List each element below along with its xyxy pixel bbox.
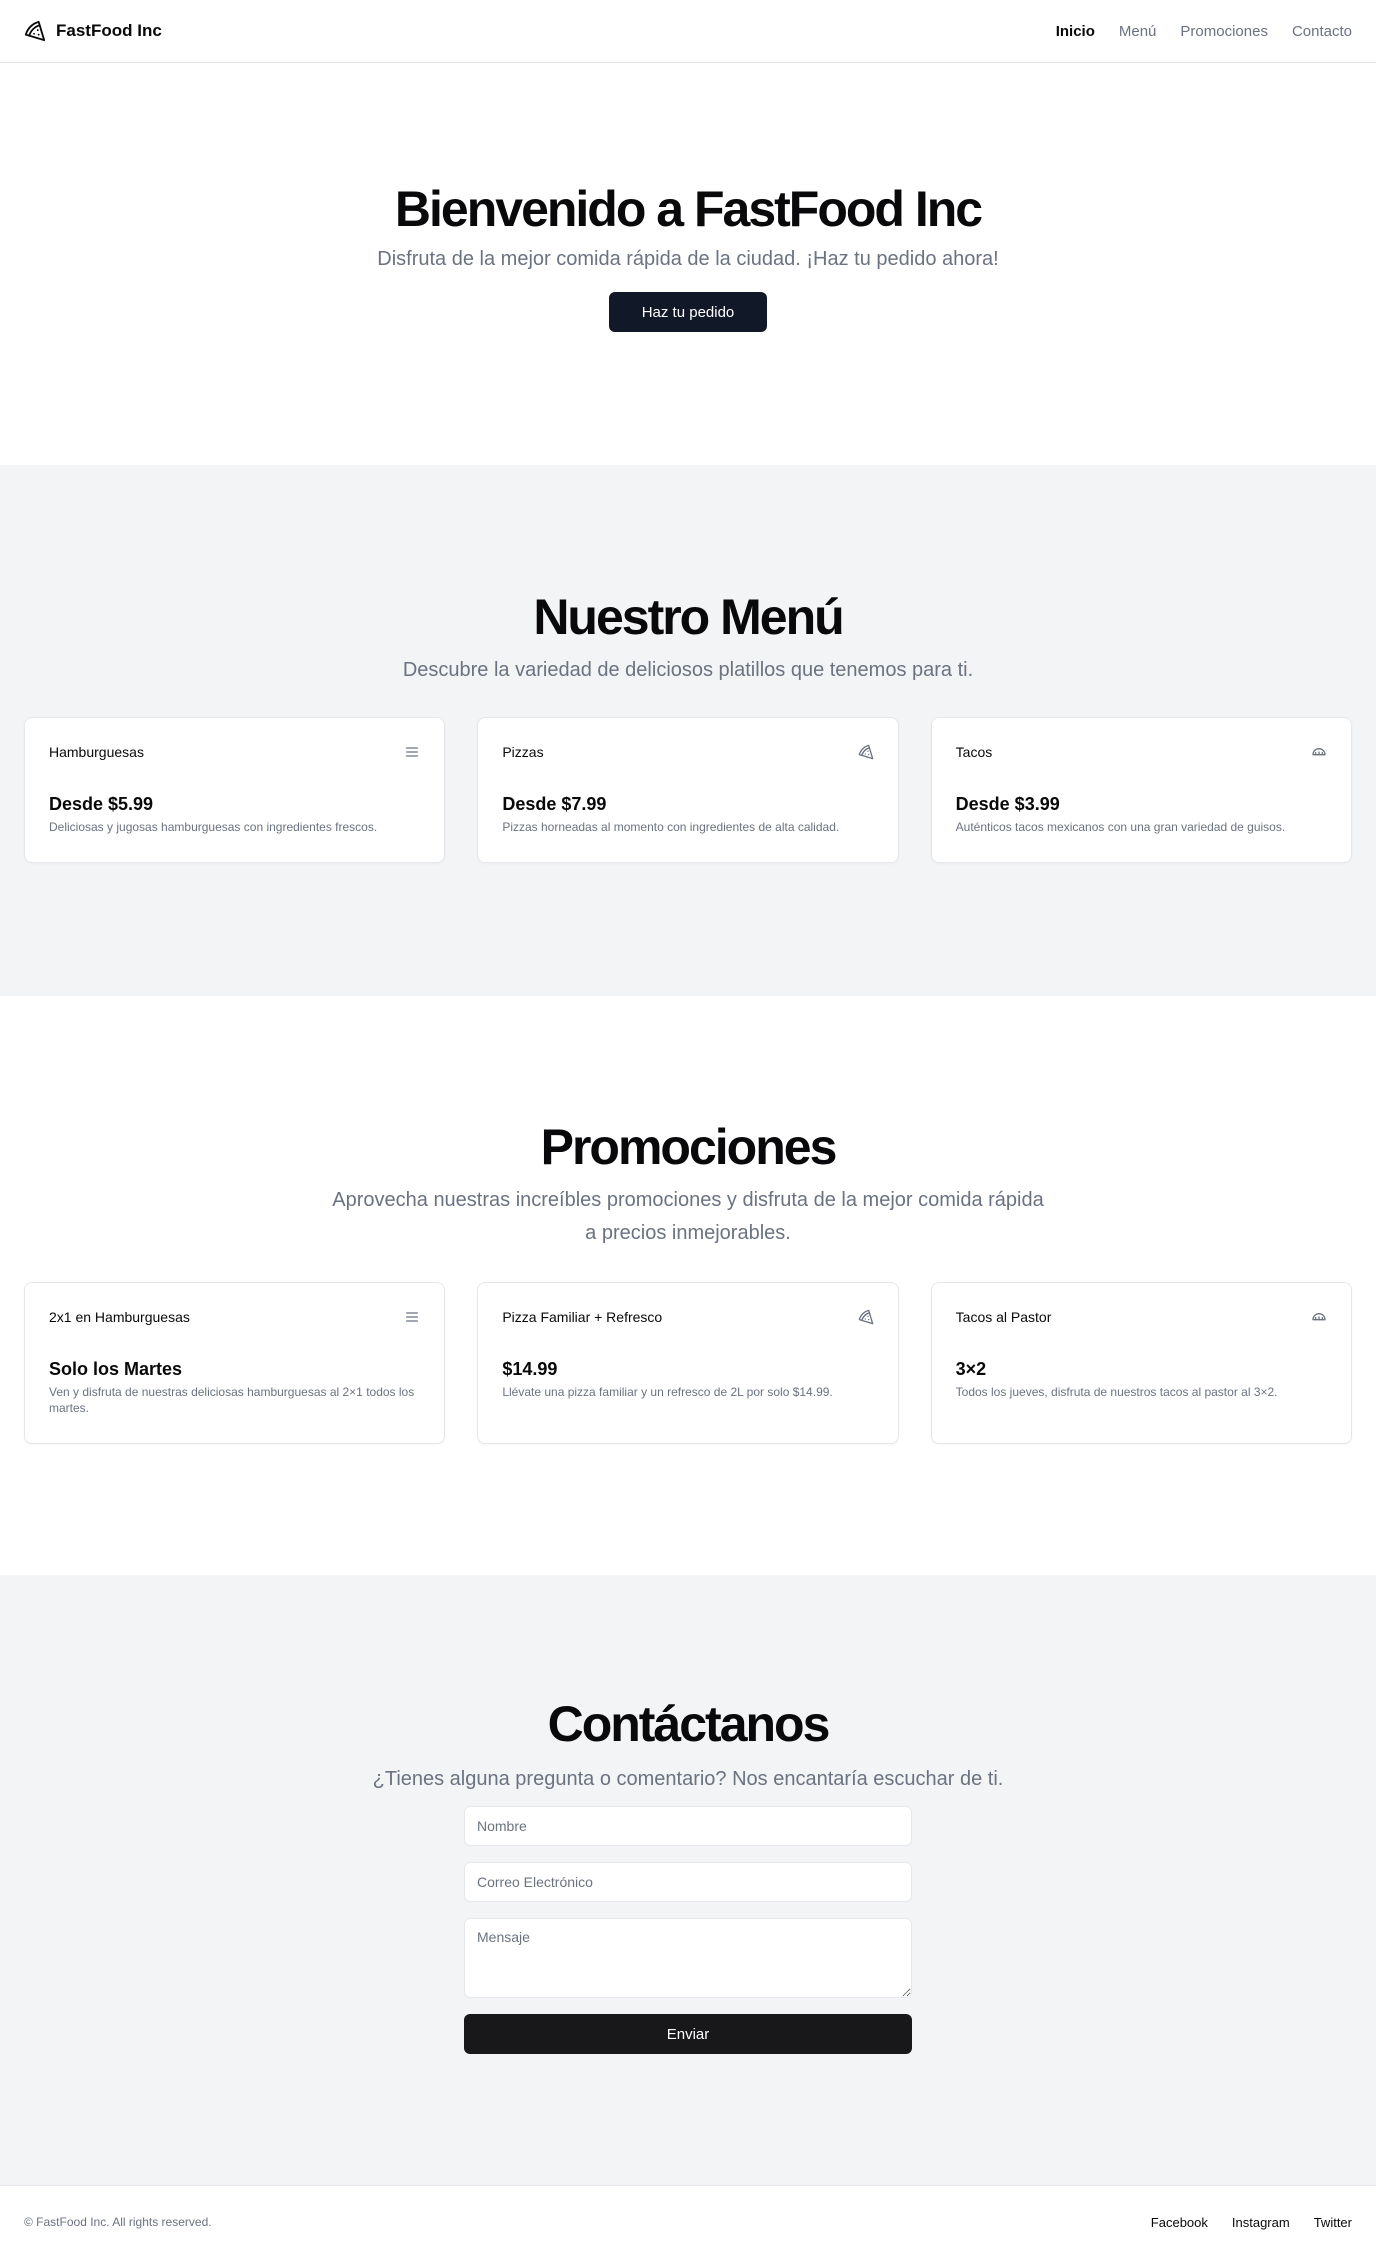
promos-subtitle: Aprovecha nuestras increíbles promocione… xyxy=(332,1189,1044,1244)
nav-contacto[interactable]: Contacto xyxy=(1292,23,1352,40)
menu-title: Nuestro Menú xyxy=(533,589,844,645)
footer-link-facebook[interactable]: Facebook xyxy=(1151,2215,1208,2230)
hero-section: Bienvenido a FastFood Inc Disfruta de la… xyxy=(0,63,1376,465)
card-title: Hamburguesas xyxy=(49,744,144,760)
promo-cards: 2x1 en Hamburguesas Solo los Martes Ven … xyxy=(24,1282,1352,1444)
contact-subtitle: ¿Tienes alguna pregunta o comentario? No… xyxy=(372,1768,1004,1790)
nav-menu[interactable]: Menú xyxy=(1119,23,1157,40)
menu-card-pizzas[interactable]: Pizzas Desde $7.99 Pizzas horneadas al m… xyxy=(477,717,899,863)
order-button[interactable]: Haz tu pedido xyxy=(609,292,767,332)
card-title: Pizza Familiar + Refresco xyxy=(502,1309,663,1325)
hero-subtitle: Disfruta de la mejor comida rápida de la… xyxy=(377,248,999,270)
promo-card-pizza[interactable]: Pizza Familiar + Refresco $14.99 Llévate… xyxy=(477,1282,899,1444)
menu-icon xyxy=(404,1309,420,1325)
card-title: Pizzas xyxy=(502,744,544,760)
card-description: Pizzas horneadas al momento con ingredie… xyxy=(502,820,840,834)
footer-links: Facebook Instagram Twitter xyxy=(1151,2215,1352,2230)
card-price: Desde $3.99 xyxy=(955,794,1060,814)
main-nav: Inicio Menú Promociones Contacto xyxy=(1056,23,1352,40)
card-description: Llévate una pizza familiar y un refresco… xyxy=(502,1385,833,1399)
menu-cards: Hamburguesas Desde $5.99 Deliciosas y ju… xyxy=(24,717,1352,863)
nav-promociones[interactable]: Promociones xyxy=(1180,23,1268,40)
card-price: $14.99 xyxy=(502,1359,558,1379)
promos-section: Promociones Aprovecha nuestras increíble… xyxy=(0,996,1376,1575)
promo-card-tacos[interactable]: Tacos al Pastor 3×2 Todos los jueves, di… xyxy=(930,1282,1352,1444)
menu-icon xyxy=(404,744,420,760)
card-description: Ven y disfruta de nuestras deliciosas ha… xyxy=(49,1385,415,1415)
pizza-icon xyxy=(858,744,874,760)
taco-icon xyxy=(1311,1309,1327,1325)
site-footer: © FastFood Inc. All rights reserved. Fac… xyxy=(0,2185,1376,2248)
name-field[interactable] xyxy=(464,1806,912,1846)
card-description: Todos los jueves, disfruta de nuestros t… xyxy=(955,1385,1278,1399)
taco-icon xyxy=(1311,744,1327,760)
nav-inicio[interactable]: Inicio xyxy=(1056,23,1095,40)
card-description: Auténticos tacos mexicanos con una gran … xyxy=(955,820,1286,834)
hero-title: Bienvenido a FastFood Inc xyxy=(394,181,983,237)
message-field[interactable] xyxy=(464,1918,912,1998)
promo-card-hamburguesas[interactable]: 2x1 en Hamburguesas Solo los Martes Ven … xyxy=(24,1282,446,1444)
menu-card-hamburguesas[interactable]: Hamburguesas Desde $5.99 Deliciosas y ju… xyxy=(24,717,446,863)
card-title: Tacos al Pastor xyxy=(955,1309,1052,1325)
contact-form: Enviar xyxy=(464,1806,912,2054)
card-price: Solo los Martes xyxy=(49,1359,183,1379)
card-price: Desde $7.99 xyxy=(502,794,607,814)
card-title: Tacos xyxy=(955,744,993,760)
footer-link-instagram[interactable]: Instagram xyxy=(1232,2215,1290,2230)
contact-section: Contáctanos ¿Tienes alguna pregunta o co… xyxy=(0,1575,1376,2185)
promos-title: Promociones xyxy=(540,1119,838,1175)
card-price: Desde $5.99 xyxy=(49,794,154,814)
card-description: Deliciosas y jugosas hamburguesas con in… xyxy=(49,820,378,834)
menu-section: Nuestro Menú Descubre la variedad de del… xyxy=(0,465,1376,996)
brand[interactable]: FastFood Inc xyxy=(24,20,162,42)
copyright: © FastFood Inc. All rights reserved. xyxy=(24,2215,212,2229)
email-field[interactable] xyxy=(464,1862,912,1902)
pizza-logo-icon xyxy=(24,20,46,42)
send-button[interactable]: Enviar xyxy=(464,2014,912,2054)
footer-link-twitter[interactable]: Twitter xyxy=(1314,2215,1352,2230)
site-header: FastFood Inc Inicio Menú Promociones Con… xyxy=(0,0,1376,63)
brand-name: FastFood Inc xyxy=(56,21,162,40)
menu-card-tacos[interactable]: Tacos Desde $3.99 Auténticos tacos mexic… xyxy=(930,717,1352,863)
pizza-icon xyxy=(858,1309,874,1325)
card-price: 3×2 xyxy=(955,1359,987,1379)
card-title: 2x1 en Hamburguesas xyxy=(49,1309,190,1325)
contact-title: Contáctanos xyxy=(547,1696,831,1752)
menu-subtitle: Descubre la variedad de deliciosos plati… xyxy=(402,659,974,681)
